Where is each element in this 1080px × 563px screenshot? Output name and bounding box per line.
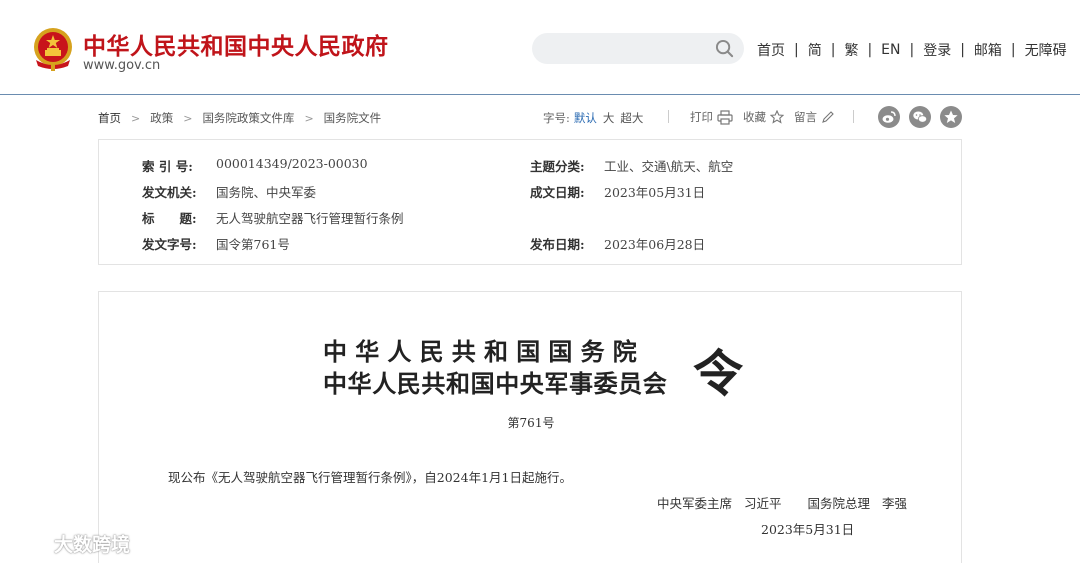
signer-name: 习近平 bbox=[744, 496, 782, 511]
info-value: 2023年06月28日 bbox=[604, 237, 706, 252]
info-label: 发布日期: bbox=[530, 237, 585, 252]
tools: 打印 收藏 留言 bbox=[690, 109, 845, 125]
info-doc-number: 发文字号: 国令第761号 bbox=[142, 234, 290, 253]
document-info-box: 索 引 号: 000014349/2023-00030 主题分类: 工业、交通\… bbox=[98, 139, 962, 265]
info-created-date: 成文日期: 2023年05月31日 bbox=[530, 182, 705, 201]
star-icon bbox=[770, 110, 784, 124]
chevron-right-icon: > bbox=[131, 111, 141, 125]
info-label: 索 引 号: bbox=[142, 159, 193, 174]
link-simplified[interactable]: 简 bbox=[808, 40, 822, 60]
wechat-share-button[interactable] bbox=[909, 106, 931, 128]
signatures: 中央军委主席 习近平 国务院总理 李强 bbox=[657, 493, 919, 512]
separator: | bbox=[794, 42, 799, 58]
share-buttons bbox=[878, 106, 971, 128]
separator: | bbox=[830, 42, 836, 58]
info-label: 发文机关: bbox=[142, 185, 197, 200]
favorite-share-button[interactable] bbox=[940, 106, 962, 128]
site-url: www.gov.cn bbox=[83, 58, 161, 73]
link-home[interactable]: 首页 bbox=[757, 40, 785, 60]
chevron-right-icon: > bbox=[183, 111, 193, 125]
signer-title: 中央军委主席 bbox=[657, 496, 733, 511]
chevron-right-icon: > bbox=[304, 111, 314, 125]
breadcrumb-documents[interactable]: 国务院文件 bbox=[324, 110, 382, 126]
info-index: 索 引 号: 000014349/2023-00030 bbox=[142, 156, 368, 175]
search-icon[interactable] bbox=[715, 39, 734, 58]
search-box bbox=[532, 33, 744, 64]
wechat-icon bbox=[913, 111, 928, 123]
search-input[interactable] bbox=[546, 33, 716, 64]
info-topic: 主题分类: 工业、交通\航天、航空 bbox=[530, 156, 733, 175]
watermark: 大数跨境 bbox=[8, 530, 130, 557]
decree-number: 第761号 bbox=[507, 416, 555, 430]
breadcrumb-library[interactable]: 国务院政策文件库 bbox=[202, 110, 294, 126]
printer-icon bbox=[717, 109, 733, 125]
info-value: 000014349/2023-00030 bbox=[216, 156, 368, 171]
decree-body: 现公布《无人驾驶航空器飞行管理暂行条例》，自2024年1月1日起施行。 bbox=[168, 470, 572, 485]
info-value: 2023年05月31日 bbox=[604, 185, 706, 200]
favorite-button[interactable]: 收藏 bbox=[743, 109, 784, 125]
separator: | bbox=[1010, 42, 1016, 58]
comment-button[interactable]: 留言 bbox=[794, 109, 835, 125]
decree-heading: 令 bbox=[693, 344, 743, 403]
link-traditional[interactable]: 繁 bbox=[844, 40, 858, 60]
link-mail[interactable]: 邮箱 bbox=[974, 40, 1002, 60]
divider bbox=[668, 110, 669, 123]
font-size-large[interactable]: 大 bbox=[603, 110, 615, 126]
separator: | bbox=[960, 42, 965, 58]
info-title: 标 题: 无人驾驶航空器飞行管理暂行条例 bbox=[142, 208, 404, 227]
info-label: 发文字号: bbox=[142, 237, 197, 252]
breadcrumb-home[interactable]: 首页 bbox=[98, 110, 121, 126]
info-label: 标 题: bbox=[142, 211, 197, 226]
info-published-date: 发布日期: 2023年06月28日 bbox=[530, 234, 705, 253]
info-value: 国务院、中央军委 bbox=[216, 185, 317, 200]
breadcrumb-policy[interactable]: 政策 bbox=[150, 110, 173, 126]
sign-date: 2023年5月31日 bbox=[761, 522, 855, 537]
divider bbox=[853, 110, 854, 123]
pencil-icon bbox=[822, 111, 834, 123]
toolbar: 首页 > 政策 > 国务院政策文件库 > 国务院文件 字号: 默认 大 超大 打… bbox=[98, 106, 962, 128]
link-login[interactable]: 登录 bbox=[923, 40, 951, 60]
watermark-logo-icon bbox=[9, 534, 47, 554]
font-size-default[interactable]: 默认 bbox=[574, 110, 597, 126]
info-issuer: 发文机关: 国务院、中央军委 bbox=[142, 182, 316, 201]
top-links: 首页 | 简 | 繁 | EN | 登录 | 邮箱 | 无障碍 bbox=[757, 40, 1067, 60]
watermark-text: 大数跨境 bbox=[54, 534, 131, 556]
separator: | bbox=[867, 42, 873, 58]
info-value: 无人驾驶航空器飞行管理暂行条例 bbox=[216, 211, 404, 226]
separator: | bbox=[909, 42, 915, 58]
weibo-icon bbox=[882, 111, 896, 123]
info-value: 工业、交通\航天、航空 bbox=[604, 159, 734, 174]
print-label: 打印 bbox=[690, 110, 713, 124]
star-icon bbox=[944, 110, 958, 123]
info-label: 主题分类: bbox=[530, 159, 585, 174]
font-size-xlarge[interactable]: 超大 bbox=[620, 110, 643, 126]
breadcrumb: 首页 > 政策 > 国务院政策文件库 > 国务院文件 bbox=[98, 110, 381, 126]
print-button[interactable]: 打印 bbox=[690, 109, 733, 125]
decree-issuer-line2: 中华人民共和国中央军事委员会 bbox=[323, 369, 668, 398]
info-value: 国令第761号 bbox=[216, 237, 290, 252]
favorite-label: 收藏 bbox=[743, 110, 766, 124]
link-accessibility[interactable]: 无障碍 bbox=[1025, 40, 1067, 60]
signer-name: 李强 bbox=[882, 496, 908, 511]
weibo-share-button[interactable] bbox=[878, 106, 900, 128]
decree-issuer-line1: 中华人民共和国国务院 bbox=[323, 337, 645, 366]
comment-label: 留言 bbox=[794, 110, 817, 124]
site-header: 中华人民共和国中央人民政府 www.gov.cn 首页 | 简 | 繁 | EN… bbox=[0, 0, 1080, 95]
document-content: 中华人民共和国国务院 中华人民共和国中央军事委员会 令 第761号 现公布《无人… bbox=[98, 291, 962, 563]
font-size-switcher: 字号: 默认 大 超大 bbox=[543, 110, 649, 126]
signer-title: 国务院总理 bbox=[807, 496, 871, 511]
font-size-label: 字号: bbox=[543, 111, 570, 125]
link-english[interactable]: EN bbox=[881, 42, 900, 58]
site-title[interactable]: 中华人民共和国中央人民政府 bbox=[83, 27, 389, 61]
info-label: 成文日期: bbox=[530, 185, 585, 200]
national-emblem-icon[interactable] bbox=[32, 26, 74, 72]
